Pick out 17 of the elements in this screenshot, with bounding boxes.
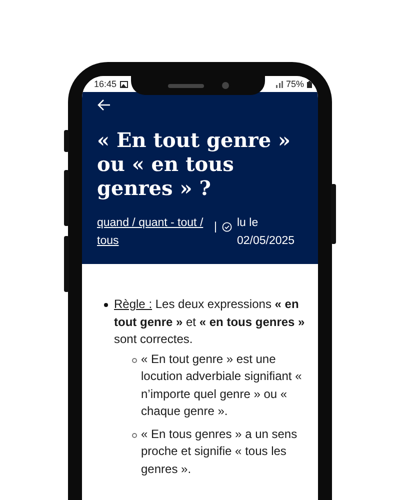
rule-text: Règle : Les deux expressions « en tout genre » et « en tous genres » sont correctes. (114, 296, 306, 348)
article-title: « En tout genre » ou « en tous genres » ? (97, 128, 292, 200)
list-text: « En tout genre » est une locution adverbiale signifiant « n’importe quel genre » ou « chaque genre ». (141, 350, 303, 420)
status-time: 16:45 (94, 79, 117, 89)
list-text: « En tous genres » a un sens proche et signifie « tous les genres ». (141, 426, 298, 478)
back-arrow-icon[interactable] (97, 99, 111, 111)
signal-icon (274, 80, 283, 88)
check-circle-icon (222, 222, 232, 232)
bullet-icon (132, 432, 137, 438)
read-date: lu le 02/05/2025 (237, 216, 295, 249)
category-link[interactable]: quand / quant - tout / tous (97, 214, 209, 250)
battery-percent: 75% (286, 79, 304, 89)
separator: | (214, 220, 217, 234)
image-icon (120, 80, 128, 88)
bullet-icon (132, 358, 137, 362)
bullet-icon (104, 303, 108, 307)
battery-icon (307, 80, 312, 88)
